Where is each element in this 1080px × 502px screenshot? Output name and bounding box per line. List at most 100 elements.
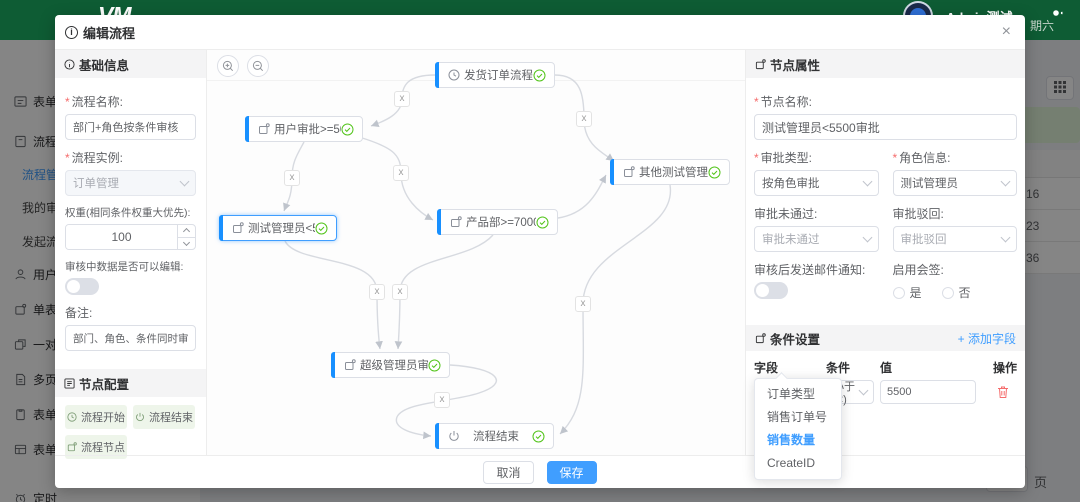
chevron-down-icon bbox=[862, 176, 872, 186]
section-node-props: 节点属性 bbox=[746, 50, 1025, 78]
info-circle-icon bbox=[64, 58, 75, 70]
flow-node-test-admin[interactable]: 测试管理员<550... bbox=[219, 215, 337, 241]
flow-instance-select[interactable]: 订单管理 bbox=[65, 170, 196, 196]
flow-end-node-button[interactable]: 流程结束 bbox=[133, 405, 195, 429]
modal-footer: 取消 保存 bbox=[55, 455, 1025, 488]
info-icon: i bbox=[65, 25, 78, 39]
countersign-no-radio[interactable]: 否 bbox=[941, 284, 971, 301]
node-props-panel: 节点属性 *节点名称: *审批类型: 按角色审批 *角色信息: 测试管理员 bbox=[745, 50, 1025, 480]
check-circle-icon bbox=[536, 216, 549, 229]
flow-node-start[interactable]: 发货订单流程 bbox=[435, 62, 555, 88]
email-notify-label: 审核后发送邮件通知: bbox=[754, 263, 866, 277]
reject-label: 审批驳回: bbox=[892, 207, 944, 221]
role-select[interactable]: 测试管理员 bbox=[892, 170, 1017, 196]
basic-info-panel: 基础信息 *流程名称: *流程实例: 订单管理 权重(相同条件权重大优先): 审… bbox=[55, 50, 207, 459]
radio-icon bbox=[941, 286, 954, 299]
node-icon bbox=[258, 123, 270, 135]
weight-stepper bbox=[177, 225, 195, 249]
remark-label: 备注: bbox=[65, 306, 93, 320]
editable-label: 审核中数据是否可以编辑: bbox=[65, 261, 184, 273]
radio-icon bbox=[892, 286, 905, 299]
modal-title: 编辑流程 bbox=[83, 25, 136, 41]
weight-stepper-down[interactable] bbox=[178, 236, 195, 250]
role-info-label: * 角色信息: bbox=[892, 151, 951, 165]
chevron-up-icon bbox=[182, 228, 191, 236]
flow-start-node-button[interactable]: 流程开始 bbox=[65, 405, 127, 429]
field-dropdown: 订单类型 销售订单号 销售数量 CreateID bbox=[754, 378, 842, 480]
edge-delete-badge[interactable]: x bbox=[434, 392, 450, 408]
flow-node-user-approve[interactable]: 用户审批>=5000 bbox=[245, 116, 363, 142]
flow-node-product-dept[interactable]: 产品部>=7000... bbox=[437, 209, 558, 235]
check-circle-icon bbox=[428, 359, 441, 372]
node-name-label: * 节点名称: bbox=[754, 95, 813, 109]
node-icon bbox=[232, 222, 244, 234]
chevron-down-icon bbox=[182, 238, 191, 246]
chevron-down-icon bbox=[862, 232, 872, 242]
email-notify-toggle[interactable] bbox=[754, 282, 788, 299]
edge-delete-badge[interactable]: x bbox=[392, 284, 408, 300]
flow-name-label: * 流程名称: bbox=[65, 95, 124, 109]
remark-input[interactable] bbox=[65, 325, 196, 351]
flow-node-other-admin[interactable]: 其他测试管理员... bbox=[610, 159, 730, 185]
add-field-link[interactable]: + 添加字段 bbox=[958, 330, 1016, 347]
list-icon bbox=[64, 377, 75, 389]
weight-input[interactable] bbox=[66, 225, 177, 249]
edge-delete-badge[interactable]: x bbox=[369, 284, 385, 300]
flow-node-end[interactable]: 流程结束 bbox=[435, 423, 554, 449]
chevron-down-icon bbox=[858, 385, 869, 395]
edge-delete-badge[interactable]: x bbox=[394, 91, 410, 107]
condition-table-header: 字段 条件 值 操作 bbox=[754, 361, 1017, 375]
countersign-yes-radio[interactable]: 是 bbox=[892, 284, 922, 301]
gear-icon[interactable] bbox=[1048, 5, 1064, 21]
check-circle-icon bbox=[315, 222, 328, 235]
close-button[interactable]: × bbox=[1002, 23, 1011, 41]
node-icon bbox=[755, 58, 766, 70]
not-pass-label: 审批未通过: bbox=[754, 207, 818, 221]
save-button[interactable]: 保存 bbox=[546, 460, 597, 484]
check-circle-icon bbox=[341, 123, 354, 136]
chevron-down-icon bbox=[1000, 176, 1011, 186]
section-node-config: 节点配置 bbox=[55, 369, 206, 397]
trash-icon[interactable] bbox=[996, 385, 1010, 399]
dropdown-option-sales-qty[interactable]: 销售数量 bbox=[755, 429, 841, 452]
flow-canvas[interactable]: x x x x x x x x 发货订单流程 用户审批>=5000 bbox=[207, 50, 745, 455]
check-circle-icon bbox=[708, 166, 721, 179]
node-icon bbox=[623, 166, 635, 178]
weight-stepper-up[interactable] bbox=[178, 225, 195, 237]
settings-icon bbox=[755, 332, 766, 344]
weight-label: 权重(相同条件权重大优先): bbox=[65, 207, 191, 219]
dropdown-option-createid[interactable]: CreateID bbox=[755, 452, 841, 475]
weight-input-group bbox=[65, 224, 196, 250]
screen: 表单设 流程管 流程管 我的审 发起流 用户管 单表数 一对 多页 表单 表单 … bbox=[0, 0, 1080, 502]
section-basic-info: 基础信息 bbox=[55, 50, 206, 78]
clock-icon bbox=[67, 412, 77, 422]
editable-toggle[interactable] bbox=[65, 278, 99, 295]
check-circle-icon bbox=[532, 430, 545, 443]
edge-delete-badge[interactable]: x bbox=[284, 170, 300, 186]
dropdown-option-sales-order-no[interactable]: 销售订单号 bbox=[755, 406, 841, 429]
check-circle-icon bbox=[533, 69, 546, 82]
flow-name-input[interactable] bbox=[65, 114, 196, 140]
chevron-down-icon bbox=[179, 176, 190, 186]
cancel-button[interactable]: 取消 bbox=[483, 460, 534, 484]
node-icon bbox=[450, 216, 462, 228]
edge-delete-badge[interactable]: x bbox=[575, 296, 591, 312]
node-name-input[interactable] bbox=[754, 114, 1017, 140]
dropdown-option-order-type[interactable]: 订单类型 bbox=[755, 383, 841, 406]
clock-icon bbox=[448, 69, 460, 81]
flow-instance-label: * 流程实例: bbox=[65, 151, 124, 165]
cond-value-input[interactable] bbox=[880, 380, 976, 404]
not-pass-select[interactable]: 审批未通过 bbox=[754, 226, 879, 252]
section-condition: 条件设置 + 添加字段 bbox=[746, 325, 1025, 351]
power-icon bbox=[448, 430, 460, 442]
reject-select[interactable]: 审批驳回 bbox=[892, 226, 1017, 252]
countersign-label: 启用会签: bbox=[892, 263, 944, 277]
flow-edges bbox=[283, 74, 671, 440]
node-icon bbox=[67, 442, 77, 452]
approve-type-label: * 审批类型: bbox=[754, 151, 813, 165]
approve-type-select[interactable]: 按角色审批 bbox=[754, 170, 879, 196]
edge-delete-badge[interactable]: x bbox=[576, 111, 592, 127]
edge-delete-badge[interactable]: x bbox=[393, 165, 409, 181]
flow-node-super-admin[interactable]: 超级管理员审批 bbox=[331, 352, 450, 378]
node-icon bbox=[344, 359, 356, 371]
